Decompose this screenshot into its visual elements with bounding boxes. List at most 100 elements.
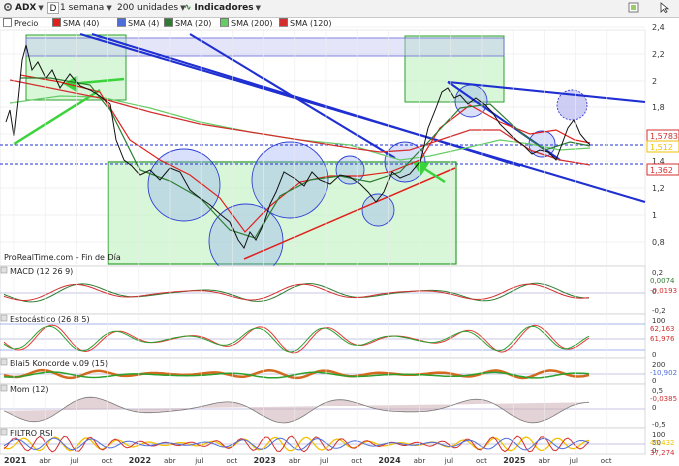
macd-signal-line — [3, 283, 590, 302]
sma200-swatch — [220, 18, 229, 27]
panel-stoch: Estocástico (26 8 5) 100 0 62,163 61,976 — [0, 313, 675, 359]
stoch-d-line — [3, 325, 590, 353]
range-box-2021 — [25, 34, 127, 101]
sma40-line — [19, 74, 591, 233]
panel-rsi: FILTRO RSI 10050046,432 37,274 — [0, 427, 675, 457]
legend-label: SMA (20) — [175, 19, 212, 28]
panel-icon[interactable] — [0, 428, 8, 436]
ticker-selector[interactable]: ADX ▼ — [15, 2, 44, 14]
time-tick-label: abr — [39, 457, 51, 465]
circle-marker — [335, 155, 365, 185]
panel-scale-label: 0 — [652, 404, 656, 412]
time-tick-label: jul — [194, 457, 203, 465]
window-icon[interactable] — [628, 2, 639, 14]
chevron-down-icon: ▼ — [255, 4, 262, 12]
time-tick-label: jul — [569, 457, 578, 465]
panel-frame — [0, 427, 646, 455]
resistance-band — [25, 37, 505, 57]
circle-marker — [361, 193, 395, 227]
trend-lines — [79, 32, 646, 204]
price-tick-label: 0,8 — [652, 238, 665, 247]
price-swatch — [3, 18, 12, 27]
panel-value-tag: -0,0385 — [650, 395, 677, 403]
chart-toolbar: ADX ▼ D 1 semana ▼ 200 unidades ▼ ∿ Indicad… — [0, 0, 679, 18]
panel-scale-label: -0,2 — [652, 307, 666, 315]
circle-marker — [208, 203, 284, 279]
price-tick-label: 2 — [652, 77, 657, 86]
panel-scale-label: 200 — [652, 361, 665, 369]
panel-frame — [0, 357, 646, 385]
price-tag-label: 1,362 — [650, 166, 673, 175]
panel-scale-label: -0,5 — [652, 421, 666, 429]
price-grid — [0, 26, 645, 243]
panel-title: Mom (12) — [10, 385, 49, 394]
sma200-line — [9, 95, 591, 161]
legend-item-sma120[interactable]: SMA (120) — [279, 18, 332, 29]
legend-label: SMA (40) — [63, 19, 100, 28]
legend-item-sma20[interactable]: SMA (20) — [164, 18, 211, 29]
panel-scale-label: 0 — [652, 447, 656, 455]
settings-icon[interactable] — [3, 2, 13, 14]
price-tick-label: 2,4 — [652, 23, 665, 32]
price-tick-label: 1,2 — [652, 184, 665, 193]
chart-type-button[interactable]: D — [47, 2, 59, 14]
rsi-red-line — [3, 435, 590, 453]
panel-title: Blai5 Koncorde v.09 (15) — [10, 359, 108, 368]
legend-label: SMA (200) — [231, 19, 273, 28]
indicators-label: Indicadores — [194, 3, 254, 13]
sma120-line — [9, 79, 591, 166]
price-plot-frame — [0, 29, 646, 267]
rsi-line — [3, 436, 590, 452]
price-line — [5, 44, 591, 250]
chevron-down-icon: ▼ — [38, 4, 44, 12]
panel-icon[interactable] — [0, 266, 8, 274]
legend-item-sma4[interactable]: SMA (4) — [117, 18, 159, 29]
rsi-blue-line — [3, 437, 590, 451]
legend-label: SMA (120) — [290, 19, 332, 28]
time-tick-label: abr — [289, 457, 301, 465]
stoch-k-line — [3, 324, 590, 354]
legend-item-sma40[interactable]: SMA (40) — [52, 18, 99, 29]
panel-value-tag: 37,274 — [650, 449, 675, 457]
chart-canvas: 2,4 2,2 2 1,8 1,6 1,4 1,2 1 0,8 1,5783 1,512 1,362… — [0, 23, 679, 465]
panel-icon[interactable] — [0, 384, 8, 392]
price-tag-label: 1,5783 — [650, 132, 678, 141]
units-selector[interactable]: 200 unidades ▼ — [117, 2, 186, 14]
cursor-icon[interactable] — [660, 2, 670, 14]
circle-marker — [251, 141, 329, 219]
projection-circle — [556, 89, 588, 121]
time-tick-label: 2025 — [503, 456, 526, 465]
time-tick-label: 2022 — [129, 456, 151, 465]
panel-value-tag: 62,163 — [650, 325, 675, 333]
time-tick-label: 2021 — [4, 456, 27, 465]
panel-title: Estocástico (26 8 5) — [10, 315, 90, 324]
panel-icon[interactable] — [0, 314, 8, 322]
price-tick-label: 1,4 — [652, 157, 665, 166]
legend-item-sma200[interactable]: SMA (200) — [220, 18, 273, 29]
legend-label: SMA (4) — [128, 19, 160, 28]
panel-frame — [0, 383, 646, 429]
indicators-button[interactable]: ∿ Indicadores ▼ — [184, 2, 261, 14]
price-tick-label: 1 — [652, 211, 657, 220]
macd-line — [3, 282, 589, 303]
price-tag-box — [646, 129, 679, 142]
circle-marker — [147, 148, 221, 222]
circle-marker — [454, 84, 488, 118]
panel-scale-label: 0,5 — [652, 387, 663, 395]
panel-icon[interactable] — [0, 358, 8, 366]
panel-scale-label: 0,2 — [652, 269, 663, 277]
range-box-large — [107, 161, 457, 265]
time-tick-label: oct — [226, 457, 237, 465]
units-label: 200 unidades — [117, 3, 179, 13]
sma40-swatch — [52, 18, 61, 27]
time-tick-label: oct — [476, 457, 487, 465]
panel-frame — [0, 265, 646, 315]
period-selector[interactable]: 1 semana ▼ — [60, 2, 112, 14]
panel-scale-label: 50 — [652, 439, 661, 447]
panel-value-tag: -10,902 — [650, 369, 677, 377]
price-tick-label: 2,2 — [652, 50, 665, 59]
legend-item-price[interactable]: Precio — [3, 18, 38, 29]
price-axis: 2,4 2,2 2 1,8 1,6 1,4 1,2 1 0,8 — [652, 23, 665, 247]
price-tag-box — [646, 140, 679, 153]
time-axis: 2021 abr jul oct 2022 abr jul oct 2023 abr jul oct 2… — [4, 30, 612, 465]
